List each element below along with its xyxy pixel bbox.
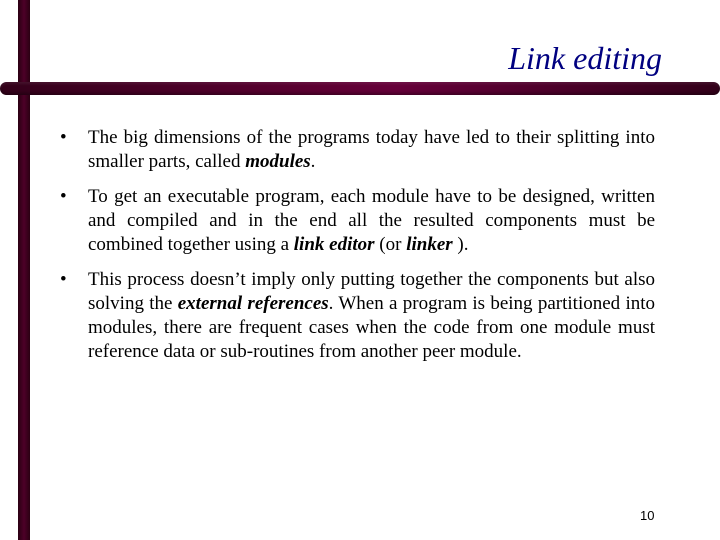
bullet-text: . xyxy=(310,151,316,172)
slide-title: Link editing xyxy=(508,40,662,76)
bullet-item: • To get an executable program, each mod… xyxy=(60,185,655,257)
bullet-text: ). xyxy=(452,234,469,255)
bullet-icon: • xyxy=(60,127,67,148)
emphasis-term: modules xyxy=(245,151,311,172)
bullet-list: • The big dimensions of the programs tod… xyxy=(60,126,655,375)
bullet-item: • This process doesn’t imply only puttin… xyxy=(60,268,655,364)
bullet-icon: • xyxy=(60,269,67,290)
page-number: 10 xyxy=(640,508,655,523)
vertical-decorative-bar xyxy=(18,0,30,540)
horizontal-decorative-bar xyxy=(0,82,720,95)
bullet-icon: • xyxy=(60,186,67,207)
bullet-text: The big dimensions of the programs today… xyxy=(88,127,655,172)
bullet-text: (or xyxy=(374,234,407,255)
emphasis-term: external references xyxy=(177,293,329,314)
emphasis-term: linker xyxy=(406,234,453,255)
bullet-item: • The big dimensions of the programs tod… xyxy=(60,126,655,174)
emphasis-term: link editor xyxy=(293,234,375,255)
